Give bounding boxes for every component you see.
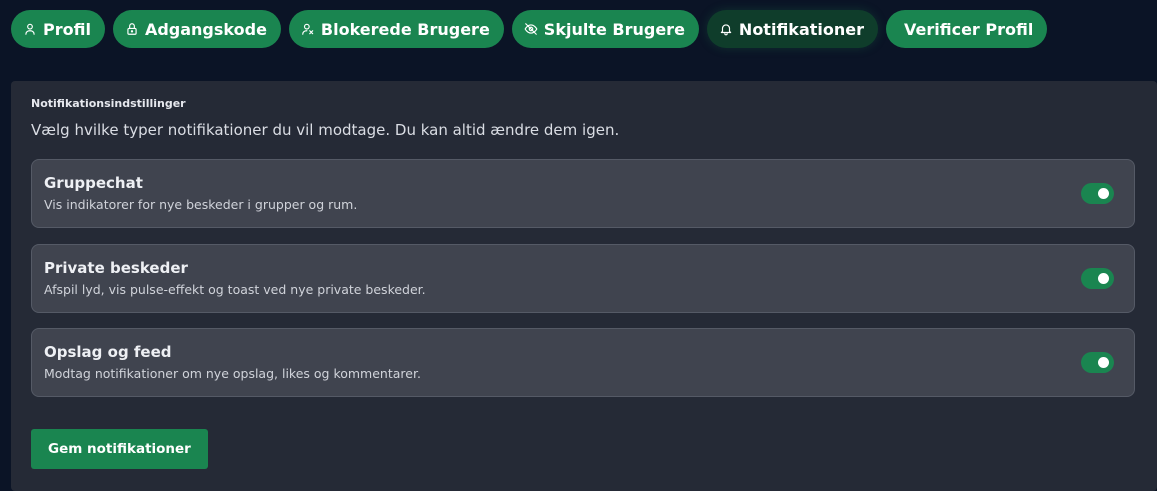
setting-description: Vis indikatorer for nye beskeder i grupp…: [44, 197, 358, 212]
tab-verificer-profil[interactable]: Verificer Profil: [886, 10, 1048, 48]
user-x-icon: [301, 22, 315, 36]
save-notifications-button[interactable]: Gem notifikationer: [31, 429, 208, 469]
settings-tabs: Profil Adgangskode Blokerede Brugere Skj…: [11, 10, 1048, 48]
setting-title: Private beskeder: [44, 259, 188, 277]
setting-private-beskeder: Private beskeder Afspil lyd, vis pulse-e…: [31, 244, 1135, 313]
toggle-knob: [1098, 273, 1109, 284]
tab-label: Adgangskode: [144, 19, 267, 39]
setting-gruppechat: Gruppechat Vis indikatorer for nye beske…: [31, 159, 1135, 228]
tab-adgangskode[interactable]: Adgangskode: [112, 10, 281, 48]
tab-blokerede-brugere[interactable]: Blokerede Brugere: [288, 10, 504, 48]
setting-opslag-og-feed: Opslag og feed Modtag notifikationer om …: [31, 328, 1135, 397]
tab-label: Profil: [43, 19, 91, 39]
bell-icon: [719, 22, 733, 36]
tab-skjulte-brugere[interactable]: Skjulte Brugere: [511, 10, 699, 48]
setting-description: Modtag notifikationer om nye opslag, lik…: [44, 366, 421, 381]
tab-label: Notifikationer: [738, 19, 864, 39]
tab-notifikationer[interactable]: Notifikationer: [706, 10, 878, 48]
toggle-knob: [1098, 357, 1109, 368]
tab-profil[interactable]: Profil: [11, 10, 105, 48]
tab-label: Skjulte Brugere: [543, 19, 685, 39]
private-beskeder-toggle[interactable]: [1081, 268, 1114, 289]
gruppechat-toggle[interactable]: [1081, 183, 1114, 204]
panel-description: Vælg hvilke typer notifikationer du vil …: [31, 121, 620, 139]
lock-icon: [125, 22, 139, 36]
notification-settings-panel: Notifikationsindstillinger Vælg hvilke t…: [11, 81, 1157, 491]
setting-description: Afspil lyd, vis pulse-effekt og toast ve…: [44, 282, 426, 297]
panel-title: Notifikationsindstillinger: [31, 97, 186, 110]
setting-title: Gruppechat: [44, 174, 143, 192]
setting-title: Opslag og feed: [44, 343, 172, 361]
user-icon: [23, 22, 37, 36]
tab-label: Blokerede Brugere: [320, 19, 490, 39]
eye-off-icon: [524, 22, 538, 36]
toggle-knob: [1098, 188, 1109, 199]
opslag-og-feed-toggle[interactable]: [1081, 352, 1114, 373]
tab-label: Verificer Profil: [904, 19, 1034, 39]
